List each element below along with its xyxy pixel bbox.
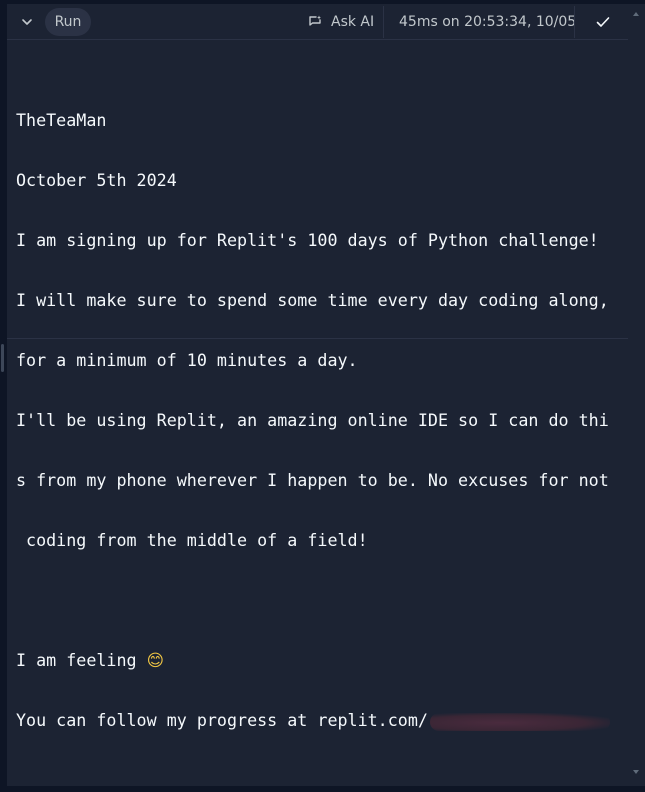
console-line: for a minimum of 10 minutes a day. — [16, 350, 358, 370]
ask-ai-button[interactable]: Ask AI — [307, 8, 374, 36]
console-line: October 5th 2024 — [16, 170, 177, 190]
triangle-up-icon[interactable] — [632, 10, 640, 18]
console-toolbar: Run Ask AI 45ms on 20:53:34, 10/05 — [7, 4, 628, 40]
follow-text: You can follow my progress at replit.com… — [16, 710, 428, 730]
run-timing: 45ms on 20:53:34, 10/05 — [399, 8, 576, 36]
redacted-username — [429, 712, 610, 731]
check-button[interactable] — [591, 10, 615, 34]
ask-ai-label: Ask AI — [331, 14, 375, 30]
run-button-label: Run — [54, 14, 82, 30]
console-line: s from my phone wherever I happen to be.… — [16, 470, 609, 490]
console-line-follow: You can follow my progress at replit.com… — [16, 710, 616, 731]
output-divider — [7, 338, 628, 339]
vertical-scrollbar[interactable] — [628, 4, 645, 786]
console-pane: Run Ask AI 45ms on 20:53:34, 10/05 TheTe… — [7, 4, 628, 786]
ai-chat-icon — [309, 15, 321, 26]
console-line: I will make sure to spend some time ever… — [16, 290, 609, 310]
toolbar-separator — [383, 6, 384, 38]
left-edge — [0, 0, 7, 792]
run-timing-text: 45ms on 20:53:34, 10/05 — [399, 14, 577, 30]
console-line: I am signing up for Replit's 100 days of… — [16, 230, 599, 250]
smile-emoji-icon: 😊 — [146, 650, 165, 670]
run-button[interactable]: Run — [45, 8, 91, 36]
feeling-text: I am feeling — [16, 650, 147, 670]
console-output[interactable]: TheTeaMan October 5th 2024 I am signing … — [16, 70, 616, 770]
console-line: coding from the middle of a field! — [16, 530, 368, 550]
chevron-down-icon — [22, 19, 32, 25]
toolbar-separator — [574, 6, 575, 38]
resize-handle[interactable] — [1, 344, 4, 372]
console-line-feeling: I am feeling 😊 — [16, 650, 616, 670]
triangle-down-icon[interactable] — [632, 768, 640, 776]
collapse-button[interactable] — [15, 10, 39, 34]
console-line: TheTeaMan — [16, 110, 107, 130]
console-line: I'll be using Replit, an amazing online … — [16, 410, 609, 430]
check-icon — [596, 17, 610, 27]
